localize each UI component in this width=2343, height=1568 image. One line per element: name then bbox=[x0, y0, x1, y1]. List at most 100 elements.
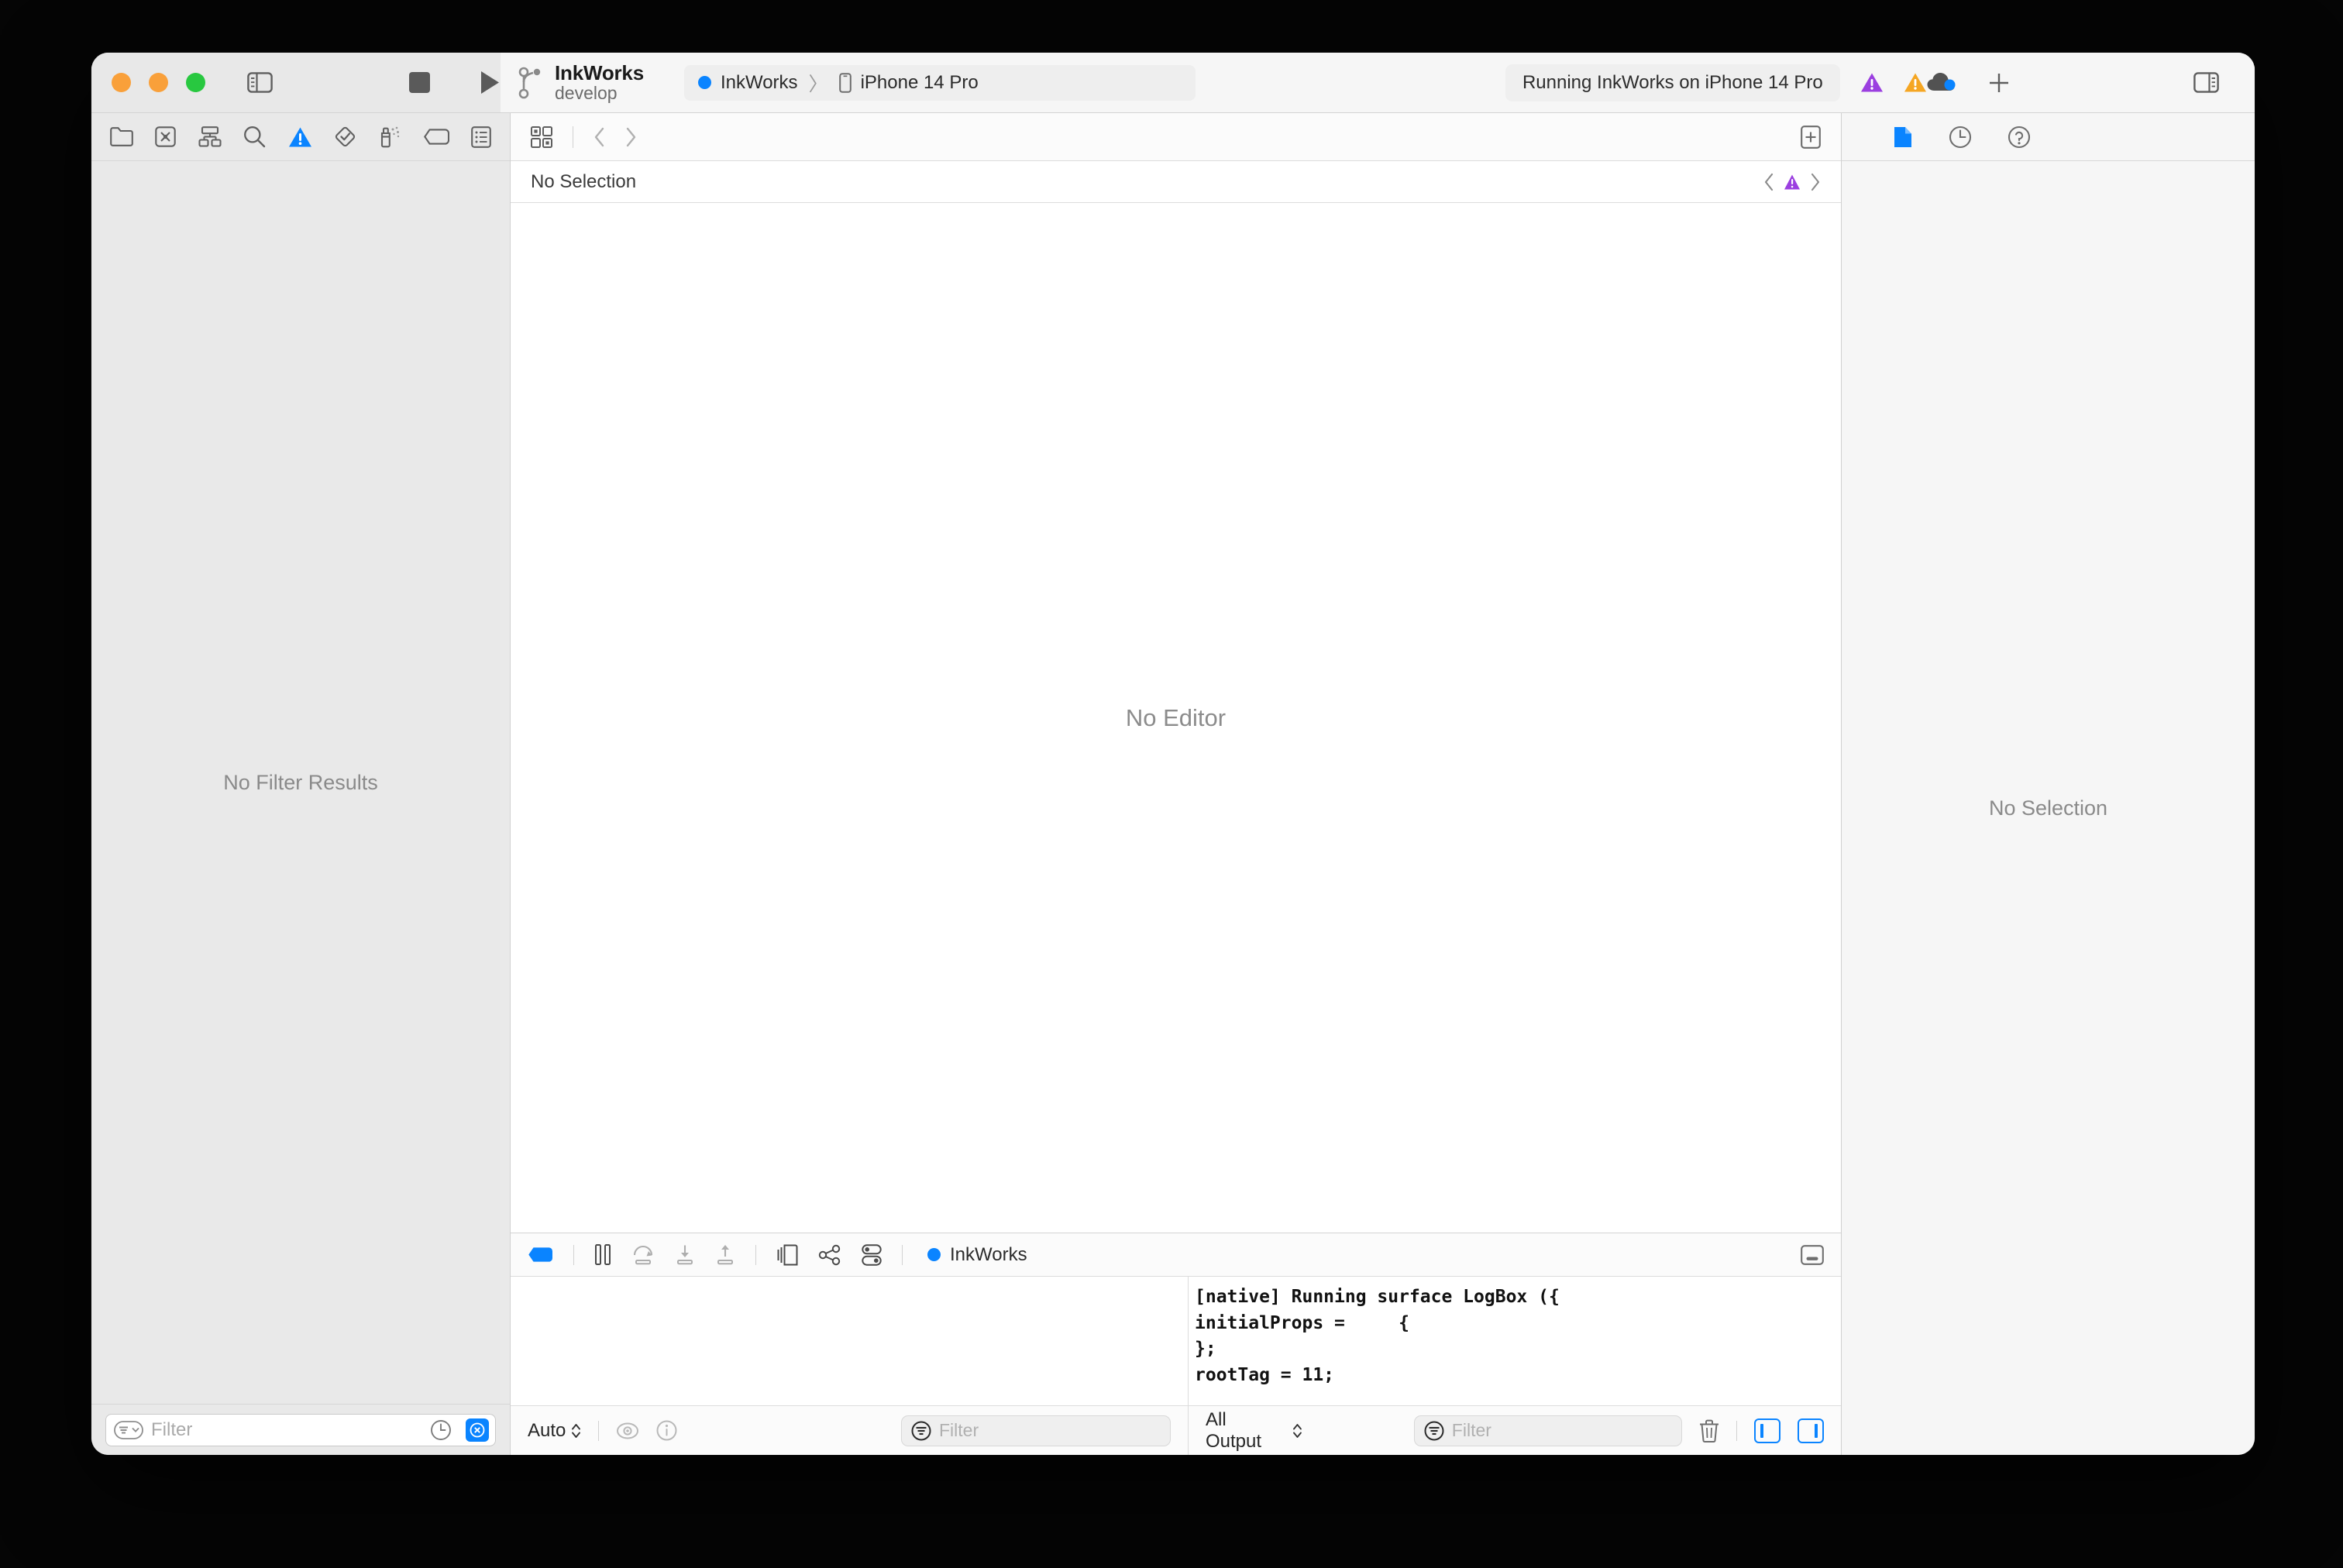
debug-area: InkWorks [native] Running surface LogBox… bbox=[511, 1233, 1841, 1455]
purple-warning-icon[interactable] bbox=[1860, 72, 1884, 93]
titlebar-main-section: InkWorks develop InkWorks 〉 iPhone 14 Pr… bbox=[501, 53, 2034, 113]
toggle-breakpoints-button[interactable] bbox=[528, 1246, 553, 1263]
debug-toolbar: InkWorks bbox=[511, 1233, 1841, 1277]
sidebar-item-breakpoint-navigator[interactable] bbox=[423, 129, 449, 145]
eye-icon[interactable] bbox=[616, 1421, 639, 1441]
editor-empty-message: No Editor bbox=[1125, 703, 1227, 731]
console-filter-field[interactable]: Filter bbox=[1413, 1415, 1683, 1446]
info-icon[interactable] bbox=[656, 1420, 677, 1441]
console-line-0: [native] Running surface LogBox ({ bbox=[1195, 1287, 1560, 1307]
scheme-status-dot bbox=[697, 76, 711, 89]
footer-divider bbox=[598, 1420, 600, 1441]
inspector-empty-message: No Selection bbox=[1988, 796, 2108, 820]
pause-button[interactable] bbox=[594, 1244, 611, 1265]
variables-footer: Auto Filter bbox=[511, 1406, 1189, 1455]
traffic-lights[interactable] bbox=[112, 73, 205, 92]
editor-forward-button[interactable] bbox=[625, 127, 637, 147]
run-button[interactable] bbox=[480, 70, 501, 95]
sidebar-item-project-navigator[interactable] bbox=[110, 127, 133, 146]
navigator-empty-message: No Filter Results bbox=[223, 770, 378, 794]
process-status-dot bbox=[927, 1248, 941, 1261]
navigator-filter-bar: Filter bbox=[91, 1404, 510, 1455]
project-scheme-block[interactable]: InkWorks develop bbox=[518, 62, 644, 103]
filter-dropdown-icon bbox=[114, 1420, 143, 1439]
issue-badges bbox=[1860, 72, 1927, 93]
sidebar-item-source-control-navigator[interactable] bbox=[155, 126, 177, 147]
cloud-account-icon[interactable] bbox=[1927, 72, 1956, 94]
editor-back-button[interactable] bbox=[593, 127, 605, 147]
tab-quick-help-inspector[interactable] bbox=[2008, 126, 2031, 149]
debugbar-divider-3 bbox=[902, 1244, 903, 1265]
step-over-button[interactable] bbox=[631, 1244, 655, 1265]
minimize-button[interactable] bbox=[149, 73, 168, 92]
editor-content-area[interactable]: No Editor bbox=[511, 203, 1841, 1233]
console-output-line-2: }; bbox=[1195, 1339, 1216, 1360]
add-button[interactable] bbox=[1987, 71, 2011, 95]
git-branch-name: develop bbox=[555, 83, 618, 104]
filter-icon bbox=[911, 1421, 931, 1440]
next-issue-button[interactable] bbox=[1810, 173, 1821, 191]
variables-scope-popup[interactable]: Auto bbox=[528, 1420, 581, 1442]
left-sidebar-toggle-icon[interactable] bbox=[247, 72, 273, 93]
sidebar-item-report-navigator[interactable] bbox=[471, 126, 491, 148]
stop-button[interactable] bbox=[409, 72, 430, 93]
active-device-label[interactable]: iPhone 14 Pro bbox=[861, 72, 979, 94]
show-console-pane-icon[interactable] bbox=[1798, 1418, 1824, 1443]
right-inspector-toggle-icon[interactable] bbox=[2193, 72, 2219, 93]
zoom-button[interactable] bbox=[186, 73, 205, 92]
environment-overrides-button[interactable] bbox=[862, 1243, 882, 1266]
sidebar-item-symbol-navigator[interactable] bbox=[198, 126, 222, 147]
sidebar-item-test-navigator[interactable] bbox=[334, 126, 356, 148]
editor-layout-icon[interactable] bbox=[531, 126, 552, 148]
project-name: InkWorks bbox=[555, 61, 644, 85]
previous-issue-button[interactable] bbox=[1763, 173, 1774, 191]
chevron-updown-icon bbox=[572, 1423, 581, 1438]
source-control-branch-icon bbox=[518, 67, 541, 98]
purple-warning-icon[interactable] bbox=[1784, 174, 1801, 191]
console-filter-placeholder[interactable]: Filter bbox=[1452, 1420, 1672, 1441]
active-scheme-label[interactable]: InkWorks bbox=[721, 72, 798, 94]
console-view[interactable]: [native] Running surface LogBox ({ initi… bbox=[1189, 1277, 1841, 1405]
console-output-scope-label: All Output bbox=[1206, 1408, 1262, 1452]
debug-process-chip[interactable]: InkWorks bbox=[927, 1244, 1027, 1266]
variables-filter-placeholder[interactable]: Filter bbox=[939, 1420, 1161, 1441]
show-variables-pane-icon[interactable] bbox=[1754, 1418, 1781, 1443]
memory-graph-button[interactable] bbox=[818, 1244, 841, 1266]
variables-filter-field[interactable]: Filter bbox=[901, 1415, 1171, 1446]
step-out-button[interactable] bbox=[715, 1244, 735, 1265]
console-output-scope-popup[interactable]: All Output bbox=[1206, 1409, 1302, 1453]
tab-history-inspector[interactable] bbox=[1949, 126, 1972, 149]
variables-view[interactable] bbox=[511, 1277, 1189, 1405]
sidebar-item-debug-navigator[interactable] bbox=[378, 126, 401, 148]
debug-process-name: InkWorks bbox=[950, 1243, 1027, 1265]
navigator-filter-field[interactable]: Filter bbox=[105, 1413, 496, 1446]
run-destination-chooser[interactable]: InkWorks 〉 iPhone 14 Pro bbox=[683, 64, 1196, 101]
hide-debug-area-icon[interactable] bbox=[1801, 1244, 1824, 1265]
console-output: [native] Running surface LogBox ({ bbox=[1189, 1277, 1841, 1311]
chevron-updown-icon bbox=[1292, 1423, 1302, 1438]
editor-jump-bar bbox=[511, 113, 1841, 161]
add-editor-icon[interactable] bbox=[1801, 125, 1821, 149]
orange-warning-icon[interactable] bbox=[1904, 72, 1927, 93]
tab-file-inspector[interactable] bbox=[1893, 126, 1913, 149]
window-titlebar: InkWorks develop InkWorks 〉 iPhone 14 Pr… bbox=[91, 53, 2255, 113]
debug-panes: [native] Running surface LogBox ({ initi… bbox=[511, 1277, 1841, 1405]
trash-icon[interactable] bbox=[1699, 1419, 1719, 1442]
step-into-button[interactable] bbox=[675, 1244, 695, 1265]
console-footer-divider bbox=[1736, 1420, 1738, 1441]
debugbar-divider-1 bbox=[573, 1244, 574, 1265]
variables-scope-label: Auto bbox=[528, 1419, 566, 1441]
clear-x-icon[interactable] bbox=[466, 1418, 489, 1442]
filter-icon bbox=[1424, 1421, 1444, 1440]
sidebar-item-find-navigator[interactable] bbox=[243, 126, 266, 148]
close-button[interactable] bbox=[112, 73, 131, 92]
view-hierarchy-button[interactable] bbox=[776, 1244, 798, 1266]
navigator-filter-placeholder[interactable]: Filter bbox=[151, 1419, 422, 1441]
editor-selection-bar: No Selection bbox=[511, 161, 1841, 203]
titlebar-right-icons bbox=[1927, 71, 2034, 95]
desktop-background: InkWorks develop InkWorks 〉 iPhone 14 Pr… bbox=[0, 0, 2343, 1568]
sidebar-item-issue-navigator[interactable] bbox=[288, 126, 312, 148]
inspector-tab-bar bbox=[1842, 113, 2255, 161]
inspector-panel: No Selection bbox=[1841, 113, 2255, 1455]
console-output-line-1: initialProps = { bbox=[1195, 1312, 1409, 1333]
